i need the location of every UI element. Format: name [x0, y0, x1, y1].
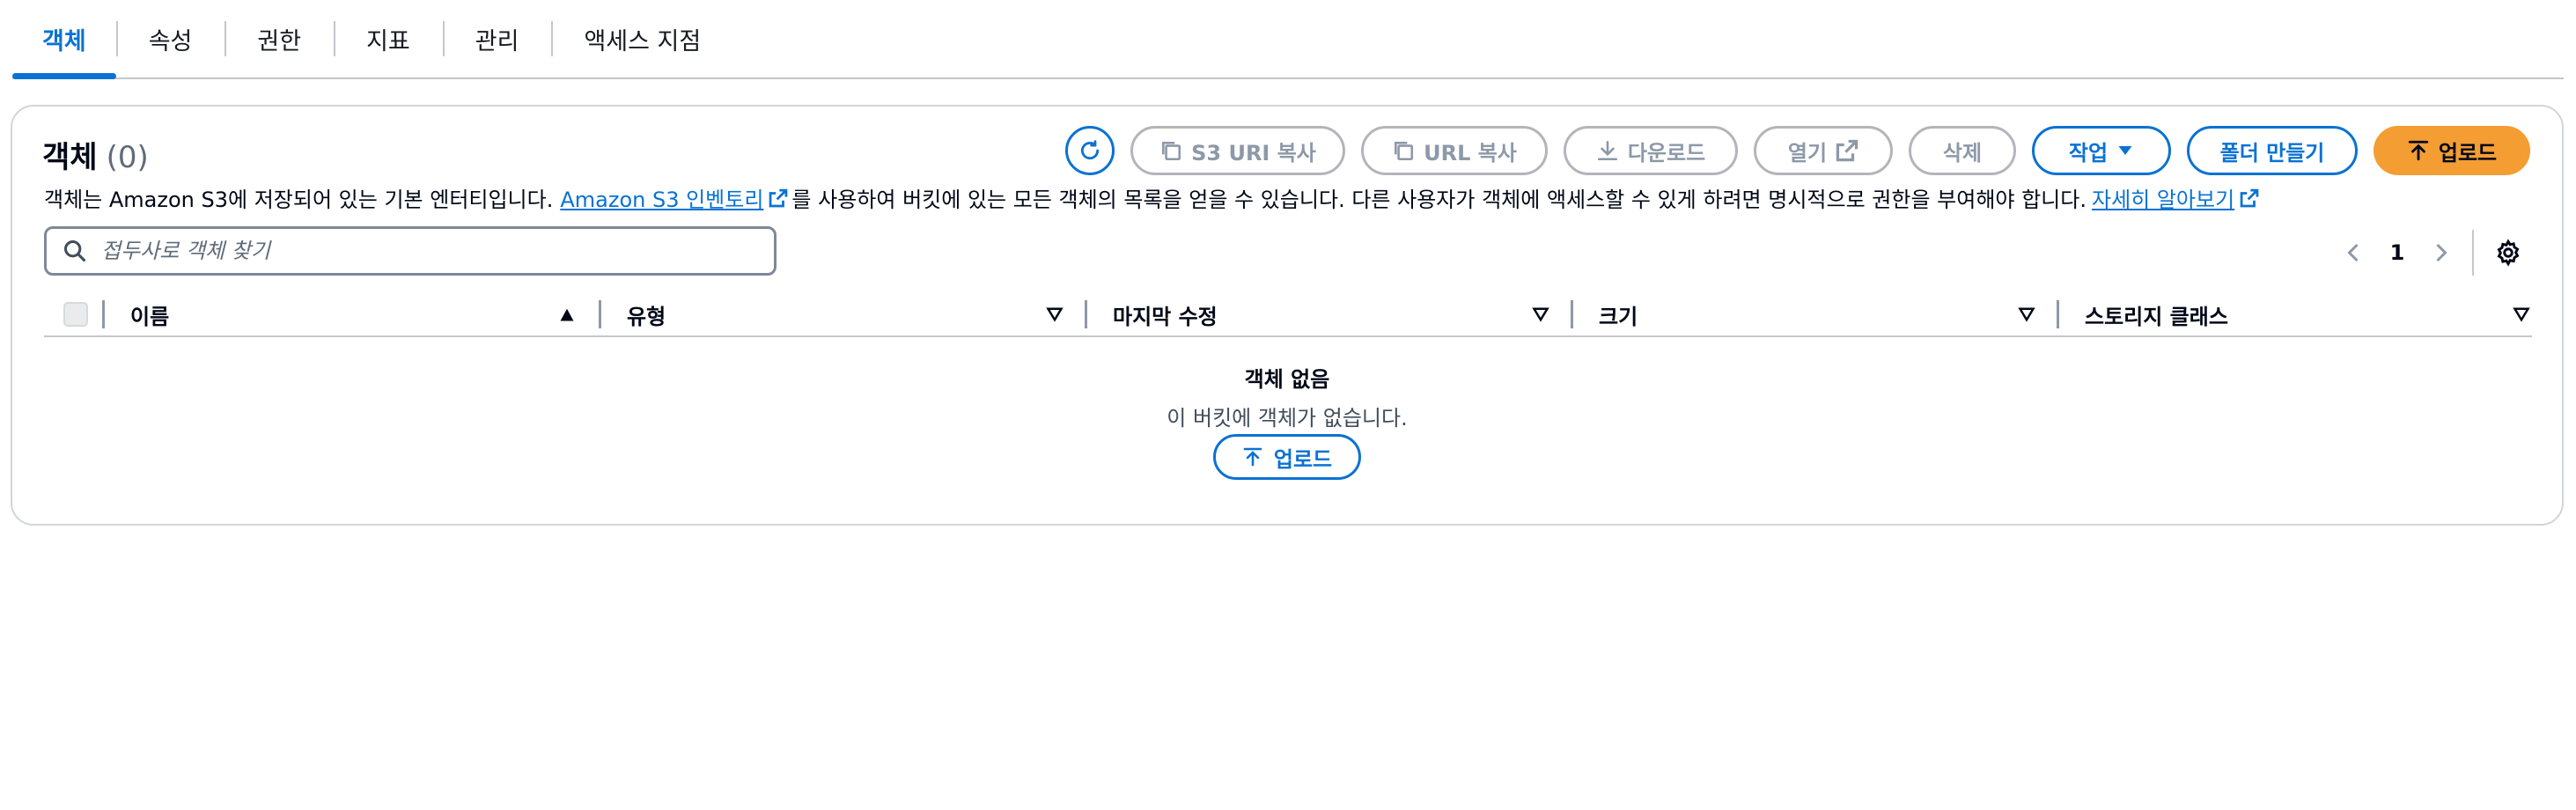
column-header-last-modified[interactable]: 마지막 수정: [1113, 293, 1218, 335]
objects-panel: 객체 (0) 객체는 Amazon S3에 저장되어 있는 기본 엔터티입니다.…: [11, 105, 2564, 526]
tab-metrics[interactable]: 지표: [334, 0, 443, 77]
column-divider[interactable]: [1085, 300, 1087, 328]
column-header-storage-class[interactable]: 스토리지 클래스: [2085, 293, 2228, 335]
external-link-icon: [1836, 139, 1858, 162]
pagination: 1: [2331, 230, 2530, 276]
column-header-size[interactable]: 크기: [1599, 293, 1638, 335]
download-icon: [1597, 140, 1617, 161]
column-divider[interactable]: [599, 300, 601, 328]
column-divider[interactable]: [2057, 300, 2059, 328]
tab-label: 관리: [475, 27, 519, 55]
empty-state-upload-button[interactable]: 업로드: [1213, 434, 1361, 480]
sort-icon[interactable]: [1532, 306, 1549, 323]
sort-icon[interactable]: [1046, 306, 1064, 323]
empty-state-title: 객체 없음: [1244, 367, 1330, 392]
sort-icon[interactable]: [2513, 306, 2530, 323]
button-label: 업로드: [1273, 446, 1333, 472]
actions-dropdown-button[interactable]: 작업: [2032, 126, 2171, 175]
learn-more-link[interactable]: 자세히 알아보기: [2092, 182, 2234, 213]
column-divider[interactable]: [1571, 300, 1573, 328]
description-text: 객체는 Amazon S3에 저장되어 있는 기본 엔터티입니다.: [44, 188, 554, 212]
tab-objects[interactable]: 객체: [12, 0, 116, 79]
panel-header: 객체 (0): [42, 133, 149, 176]
tab-bar: 객체 속성 권한 지표 관리 액세스 지점: [12, 0, 2564, 79]
tab-properties[interactable]: 속성: [115, 0, 225, 77]
current-page[interactable]: 1: [2375, 240, 2419, 265]
refresh-button[interactable]: [1065, 126, 1115, 175]
empty-state-description: 이 버킷에 객체가 없습니다.: [1167, 406, 1408, 431]
chevron-right-icon: [2436, 243, 2447, 262]
button-label: 업로드: [2438, 140, 2498, 166]
tab-access-points[interactable]: 액세스 지점: [551, 0, 733, 77]
copy-s3-uri-button[interactable]: S3 URI 복사: [1130, 126, 1345, 175]
button-label: 삭제: [1942, 140, 1983, 166]
copy-icon: [1395, 142, 1414, 161]
inventory-link[interactable]: Amazon S3 인벤토리: [560, 182, 763, 213]
open-button[interactable]: 열기: [1754, 126, 1893, 175]
column-label: 이름: [130, 304, 170, 329]
table-header: 이름 유형 마지막 수정 크기 스토리지 클래스: [44, 293, 2532, 337]
toolbar: S3 URI 복사 URL 복사 다운로드 열기 삭제 작업 폴더 만들기 업로…: [1065, 126, 2530, 175]
tab-label: 권한: [257, 27, 302, 55]
search-input[interactable]: [101, 239, 735, 263]
copy-icon: [1162, 142, 1181, 161]
tab-label: 속성: [148, 27, 193, 55]
button-label: 폴더 만들기: [2219, 140, 2325, 166]
column-label: 크기: [1599, 304, 1638, 329]
sort-icon[interactable]: [2018, 306, 2035, 323]
column-header-type[interactable]: 유형: [627, 293, 666, 335]
column-header-name[interactable]: 이름: [130, 293, 169, 335]
previous-page-button[interactable]: [2331, 231, 2375, 275]
search-box: [44, 226, 776, 276]
external-link-icon: [769, 188, 788, 207]
gear-icon: [2497, 239, 2520, 267]
tab-label: 지표: [366, 27, 410, 55]
next-page-button[interactable]: [2419, 231, 2463, 275]
panel-description: 객체는 Amazon S3에 저장되어 있는 기본 엔터티입니다. Amazon…: [44, 182, 2263, 213]
button-label: 열기: [1787, 140, 1828, 166]
divider: [2472, 230, 2474, 276]
upload-icon: [2408, 140, 2429, 161]
download-button[interactable]: 다운로드: [1564, 126, 1738, 175]
column-divider: [102, 300, 105, 328]
caret-down-icon: [2118, 146, 2132, 155]
panel-title: 객체: [42, 140, 98, 175]
description-text: 를 사용하여 버킷에 있는 모든 객체의 목록을 얻을 수 있습니다. 다른 사…: [791, 188, 2087, 212]
delete-button[interactable]: 삭제: [1909, 126, 2016, 175]
tab-label: 객체: [42, 27, 86, 55]
column-label: 마지막 수정: [1113, 304, 1218, 329]
button-label: URL 복사: [1424, 140, 1517, 166]
copy-url-button[interactable]: URL 복사: [1361, 126, 1548, 175]
preferences-button[interactable]: [2486, 231, 2530, 275]
button-label: 다운로드: [1627, 140, 1706, 166]
create-folder-button[interactable]: 폴더 만들기: [2187, 126, 2358, 175]
search-icon: [63, 239, 86, 262]
tab-management[interactable]: 관리: [442, 0, 552, 77]
upload-icon: [1243, 447, 1262, 467]
refresh-icon: [1080, 140, 1100, 160]
column-label: 유형: [627, 304, 666, 329]
tab-label: 액세스 지점: [584, 27, 702, 55]
sort-ascending-icon[interactable]: [558, 306, 576, 323]
column-label: 스토리지 클래스: [2085, 304, 2228, 329]
button-label: 작업: [2068, 140, 2109, 166]
button-label: S3 URI 복사: [1191, 140, 1316, 166]
select-all-checkbox[interactable]: [63, 302, 88, 327]
upload-button[interactable]: 업로드: [2374, 126, 2530, 175]
object-count: (0): [106, 140, 149, 175]
chevron-left-icon: [2347, 243, 2359, 262]
external-link-icon: [2240, 188, 2259, 207]
tab-permissions[interactable]: 권한: [224, 0, 334, 77]
